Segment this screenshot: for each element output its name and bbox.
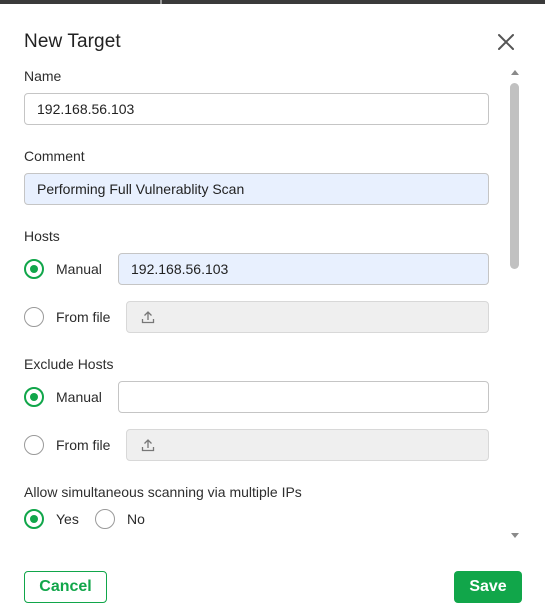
cancel-button[interactable]: Cancel <box>24 571 107 603</box>
simultaneous-label: Allow simultaneous scanning via multiple… <box>24 484 302 500</box>
scrollbar-thumb[interactable] <box>510 83 519 269</box>
close-button[interactable] <box>494 30 518 54</box>
window-top-border <box>0 0 545 4</box>
exclude-manual-radio[interactable] <box>24 387 44 407</box>
exclude-from-file-radio[interactable] <box>24 435 44 455</box>
simultaneous-yes-option[interactable]: Yes <box>24 509 79 529</box>
exclude-from-file-label: From file <box>56 437 111 453</box>
exclude-file-upload[interactable] <box>126 429 489 461</box>
exclude-from-file-option[interactable]: From file <box>24 435 110 455</box>
name-input[interactable]: 192.168.56.103 <box>24 93 489 125</box>
hosts-from-file-option[interactable]: From file <box>24 307 110 327</box>
hosts-label: Hosts <box>24 228 60 244</box>
exclude-manual-label: Manual <box>56 389 102 405</box>
hosts-manual-label: Manual <box>56 261 102 277</box>
dialog-title: New Target <box>24 31 121 52</box>
hosts-manual-input[interactable]: 192.168.56.103 <box>118 253 489 285</box>
hosts-from-file-radio[interactable] <box>24 307 44 327</box>
upload-icon <box>141 439 155 452</box>
hosts-manual-option[interactable]: Manual <box>24 259 102 279</box>
scroll-up-arrow-icon[interactable] <box>511 70 519 75</box>
exclude-hosts-label: Exclude Hosts <box>24 356 114 372</box>
exclude-manual-option[interactable]: Manual <box>24 387 102 407</box>
simultaneous-no-radio[interactable] <box>95 509 115 529</box>
scroll-down-arrow-icon[interactable] <box>511 533 519 538</box>
hosts-from-file-label: From file <box>56 309 111 325</box>
simultaneous-yes-radio[interactable] <box>24 509 44 529</box>
close-icon <box>498 34 514 50</box>
scrollbar[interactable] <box>508 66 522 542</box>
hosts-file-upload[interactable] <box>126 301 489 333</box>
simultaneous-yes-label: Yes <box>56 511 79 527</box>
window-top-divider <box>160 0 162 4</box>
dialog-content[interactable]: Name 192.168.56.103 Comment Performing F… <box>0 62 545 542</box>
hosts-manual-radio[interactable] <box>24 259 44 279</box>
simultaneous-no-label: No <box>127 511 145 527</box>
simultaneous-no-option[interactable]: No <box>95 509 145 529</box>
comment-label: Comment <box>24 148 85 164</box>
upload-icon <box>141 311 155 324</box>
name-label: Name <box>24 68 62 84</box>
exclude-manual-input[interactable] <box>118 381 489 413</box>
save-button[interactable]: Save <box>454 571 522 603</box>
comment-input[interactable]: Performing Full Vulnerablity Scan <box>24 173 489 205</box>
